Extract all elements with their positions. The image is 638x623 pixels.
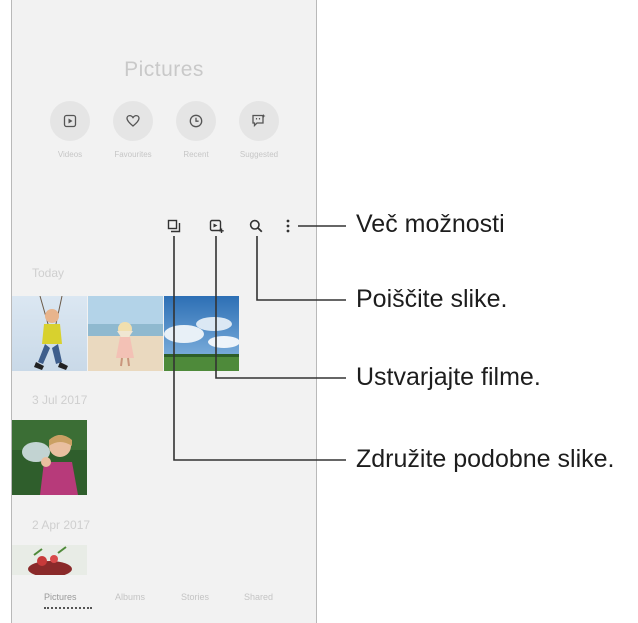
callout-group-similar: Združite podobne slike. bbox=[356, 445, 615, 473]
leader-group-similar bbox=[173, 236, 346, 461]
callout-leader-lines bbox=[173, 225, 346, 461]
leader-search bbox=[256, 236, 346, 301]
leader-create-movie bbox=[215, 236, 346, 379]
callout-search: Poiščite slike. bbox=[356, 285, 508, 313]
callout-more-options: Več možnosti bbox=[356, 210, 505, 238]
callout-create-movie: Ustvarjajte filme. bbox=[356, 363, 541, 391]
